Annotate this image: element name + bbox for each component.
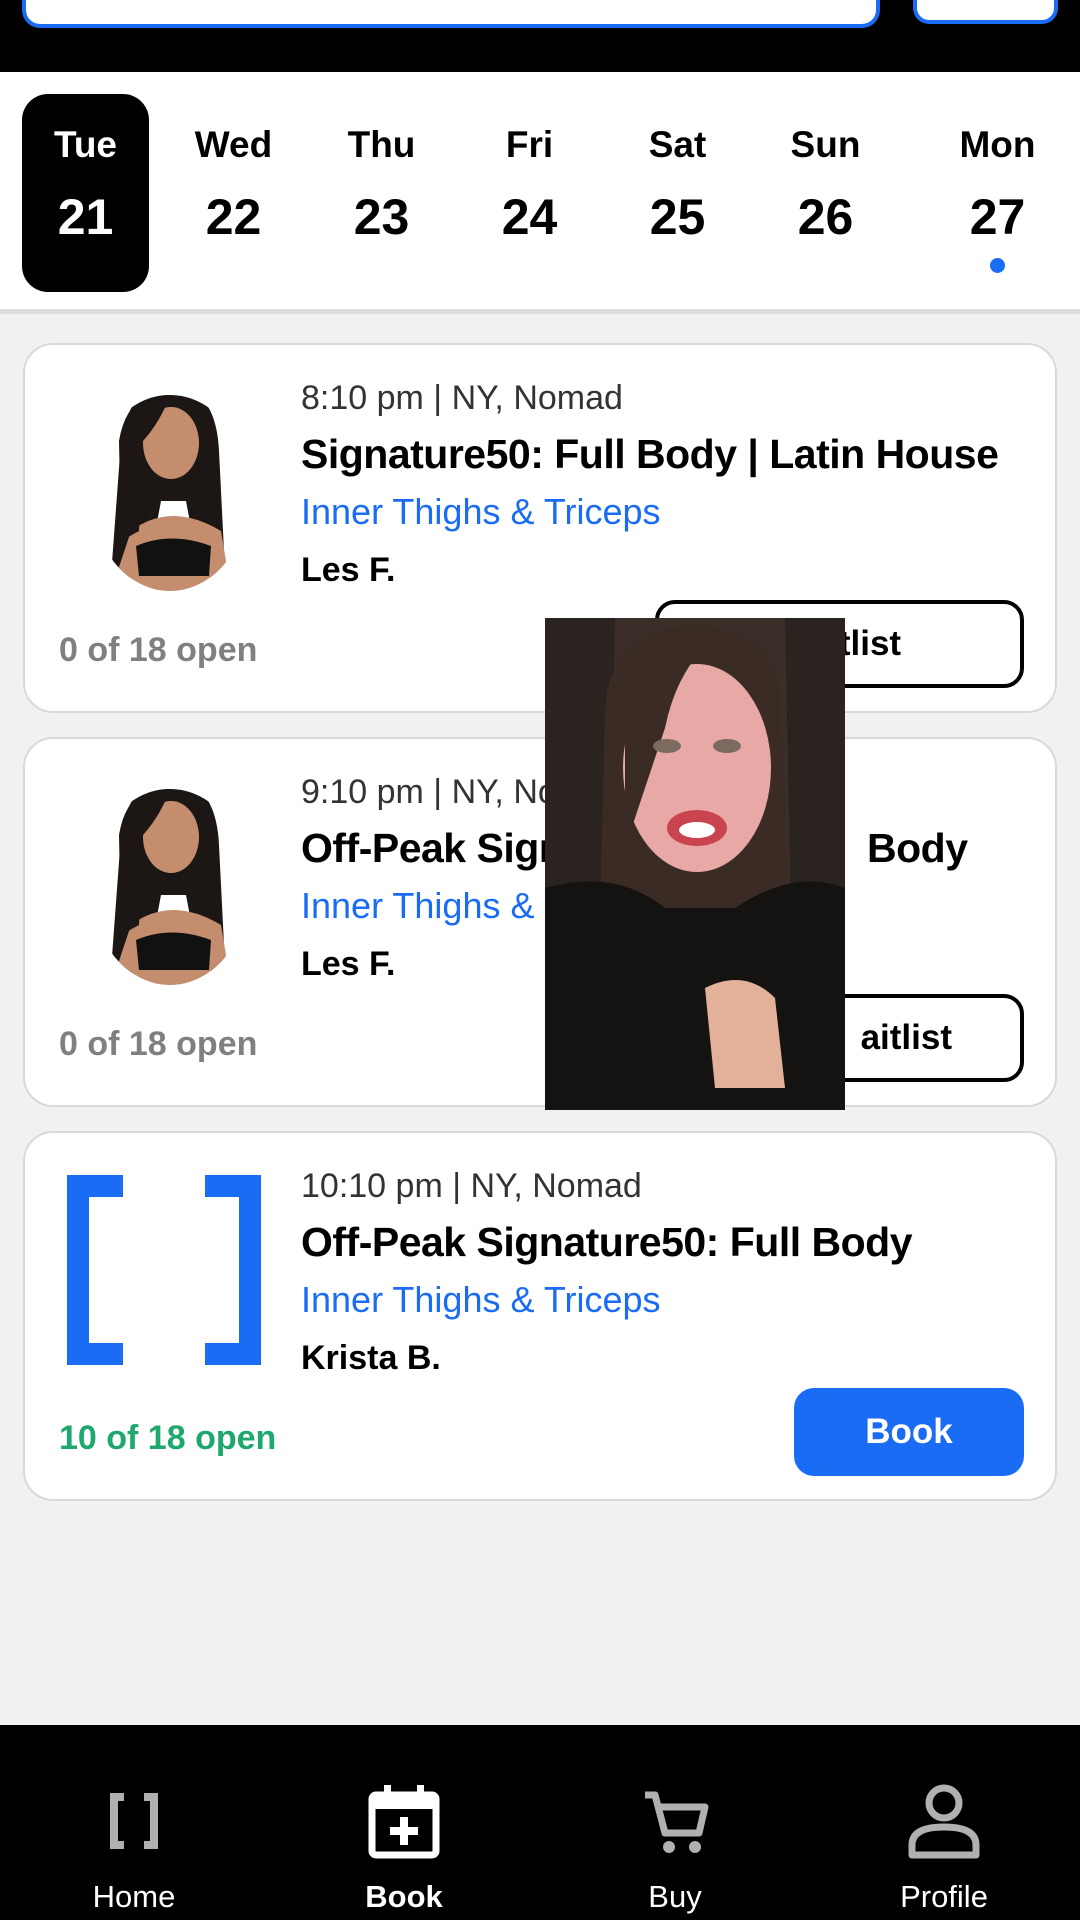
nav-home-label: Home: [92, 1879, 176, 1914]
class-title: Off-Peak Signa: [301, 825, 586, 871]
day-name: Sun: [790, 124, 861, 165]
nav-buy-label: Buy: [648, 1879, 702, 1914]
day-thu-23[interactable]: Thu 23: [318, 94, 445, 292]
day-sun-26[interactable]: Sun 26: [762, 94, 889, 292]
instructor-avatar: [91, 789, 249, 985]
bottom-navigation: Home Book Buy Profile: [0, 1725, 1080, 1920]
day-number: 25: [649, 189, 706, 245]
instructor-name: Les F.: [301, 945, 396, 983]
location-search-field[interactable]: [22, 0, 880, 28]
day-name: Fri: [505, 124, 554, 165]
brand-logo-icon: [67, 1175, 261, 1365]
class-focus: Inner Thighs & Triceps: [301, 491, 661, 532]
day-mon-27[interactable]: Mon 27: [934, 94, 1061, 292]
date-selector: Tue 21 Wed 22 Thu 23 Fri 24 Sat 25 Sun 2…: [0, 72, 1080, 314]
spots-open: 0 of 18 open: [59, 1025, 258, 1063]
instructor-avatar: [91, 395, 249, 591]
day-name: Sat: [648, 124, 707, 165]
day-number: 21: [57, 189, 114, 245]
nav-home[interactable]: Home: [34, 1781, 234, 1920]
day-number: 24: [501, 189, 558, 245]
nav-profile[interactable]: Profile: [844, 1781, 1044, 1920]
day-number: 23: [353, 189, 410, 245]
class-time-location: 8:10 pm | NY, Nomad: [301, 379, 623, 417]
day-number: 22: [205, 189, 262, 245]
day-tue-21[interactable]: Tue 21: [22, 94, 149, 292]
class-focus: Inner Thighs & Triceps: [301, 1279, 661, 1320]
class-card[interactable]: 9:10 pm | NY, Nom Off-Peak Signa Body In…: [23, 737, 1057, 1107]
class-card[interactable]: 10:10 pm | NY, Nomad Off-Peak Signature5…: [23, 1131, 1057, 1501]
class-title: Signature50: Full Body | Latin House: [301, 431, 999, 477]
class-time-location: 9:10 pm | NY, Nom: [301, 773, 586, 811]
nav-buy[interactable]: Buy: [575, 1781, 775, 1920]
day-name: Mon: [959, 124, 1036, 165]
shopping-cart-icon: [645, 1791, 709, 1853]
class-title-tail: Body: [867, 825, 968, 871]
instructor-name: Krista B.: [301, 1339, 441, 1377]
profile-icon: [908, 1784, 980, 1859]
class-focus: Inner Thighs &: [301, 885, 535, 926]
book-button[interactable]: Book: [794, 1388, 1024, 1476]
day-sat-25[interactable]: Sat 25: [614, 94, 741, 292]
instructor-name: Les F.: [301, 551, 396, 589]
nav-profile-label: Profile: [900, 1879, 988, 1914]
day-fri-24[interactable]: Fri 24: [466, 94, 593, 292]
nav-book[interactable]: Book: [304, 1781, 504, 1920]
spots-open: 0 of 18 open: [59, 631, 258, 669]
class-time-location: 10:10 pm | NY, Nomad: [301, 1167, 642, 1205]
day-number: 26: [797, 189, 854, 245]
video-overlay-image: [545, 618, 845, 1110]
class-title: Off-Peak Signature50: Full Body: [301, 1219, 913, 1265]
top-bar: [0, 0, 1080, 72]
calendar-plus-icon: [368, 1785, 440, 1859]
day-name: Tue: [53, 124, 118, 165]
day-name: Wed: [194, 124, 273, 165]
filter-button[interactable]: [913, 0, 1058, 24]
day-number: 27: [969, 189, 1026, 245]
nav-book-label: Book: [365, 1879, 443, 1914]
day-name: Thu: [347, 124, 416, 165]
home-bracket-icon: [110, 1793, 158, 1849]
class-card[interactable]: 8:10 pm | NY, Nomad Signature50: Full Bo…: [23, 343, 1057, 713]
spots-open: 10 of 18 open: [59, 1419, 277, 1457]
day-wed-22[interactable]: Wed 22: [170, 94, 297, 292]
has-booking-dot: [990, 258, 1005, 273]
